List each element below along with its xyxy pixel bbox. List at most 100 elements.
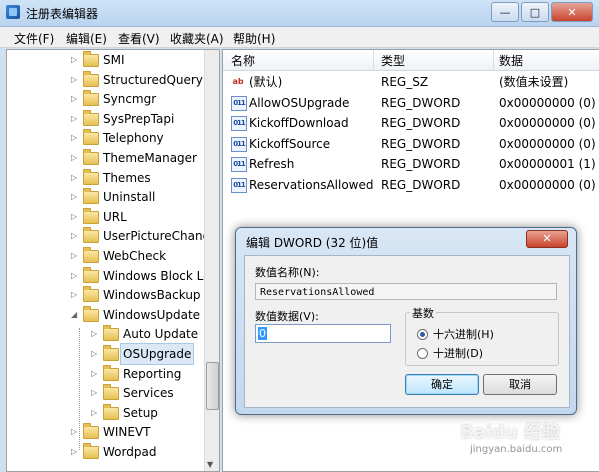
expand-arrow-icon[interactable]: ▷ — [71, 128, 81, 148]
expand-arrow-icon[interactable]: ▷ — [71, 50, 81, 70]
tree-item-label: SMI — [103, 53, 125, 67]
value-data: 0x00000000 (0) — [499, 178, 596, 192]
value-data: 0x00000000 (0) — [499, 95, 596, 110]
value-type: REG_SZ — [381, 75, 429, 89]
expand-arrow-icon[interactable]: ▷ — [71, 168, 81, 188]
column-name[interactable]: 名称 — [231, 52, 255, 69]
expand-arrow-icon[interactable]: ▷ — [91, 383, 101, 403]
close-button[interactable]: ✕ — [551, 2, 593, 22]
expand-arrow-open-icon[interactable]: ◢ — [71, 305, 81, 325]
menu-favorites[interactable]: 收藏夹(A) — [170, 30, 224, 47]
expand-arrow-icon[interactable]: ▷ — [91, 364, 101, 384]
folder-icon — [103, 384, 119, 401]
window-controls: — □ ✕ — [491, 2, 593, 22]
tree-item-label: UserPictureChang — [103, 229, 211, 244]
tree-item-label: Uninstall — [103, 190, 156, 205]
hex-radio-button[interactable] — [417, 328, 428, 340]
cancel-button[interactable]: 取消 — [483, 374, 557, 395]
folder-icon — [83, 423, 99, 440]
dialog-close-button[interactable]: ✕ — [526, 230, 568, 248]
list-item[interactable]: 011 AllowOSUpgrade REG_DWORD 0x00000000 (0) — [223, 93, 599, 113]
regedit-icon — [6, 5, 20, 19]
value-data-label: 数值数据(V): — [255, 310, 319, 323]
value-type: REG_DWORD — [381, 157, 461, 172]
column-divider[interactable] — [373, 50, 374, 70]
folder-icon — [83, 443, 99, 459]
tree-item-label: Setup — [123, 405, 158, 420]
expand-arrow-icon[interactable]: ▷ — [71, 148, 81, 168]
tree-item-label: Services — [123, 386, 174, 401]
hex-radio-option[interactable]: 十六进制(H) — [417, 326, 494, 342]
expand-arrow-icon[interactable]: ▷ — [71, 89, 81, 109]
edit-dword-dialog: 编辑 DWORD (32 位)值 ✕ 数值名称(N): Reservations… — [235, 227, 577, 415]
value-data-input[interactable]: 0 — [255, 324, 391, 343]
list-item[interactable]: 011 ReservationsAllowed REG_DWORD 0x0000000… — [223, 175, 599, 195]
expand-arrow-icon[interactable]: ▷ — [71, 226, 81, 246]
title-bar: 注册表编辑器 — □ ✕ — [0, 0, 599, 27]
folder-icon — [103, 345, 119, 361]
folder-icon — [83, 247, 99, 263]
value-data: 0x00000000 (0) — [499, 136, 596, 151]
menu-edit[interactable]: 编辑(E) — [66, 30, 107, 47]
list-item[interactable]: 011 KickoffDownload REG_DWORD 0x00000000 (0… — [223, 113, 599, 133]
tree-item-label: Windows Block Le — [103, 268, 211, 283]
folder-icon — [83, 286, 99, 303]
menu-bar: 文件(F) 编辑(E) 查看(V) 收藏夹(A) 帮助(H) — [0, 27, 599, 48]
expand-arrow-icon[interactable]: ▷ — [71, 207, 81, 227]
value-name: KickoffDownload — [249, 116, 349, 131]
value-type: REG_DWORD — [381, 95, 461, 110]
list-item[interactable]: ab (默认) REG_SZ (数值未设置) — [223, 72, 599, 92]
value-type: REG_DWORD — [381, 178, 461, 192]
folder-icon — [83, 188, 99, 205]
dialog-title: 编辑 DWORD (32 位)值 — [246, 236, 379, 250]
dec-radio-option[interactable]: 十进制(D) — [417, 345, 483, 361]
base-group-label: 基数 — [410, 305, 436, 321]
expand-arrow-icon[interactable]: ▷ — [91, 324, 101, 344]
value-name-label: 数值名称(N): — [255, 266, 320, 279]
folder-icon — [83, 70, 99, 87]
value-data: 0x00000000 (0) — [499, 116, 596, 131]
folder-icon — [103, 403, 119, 420]
scrollbar-thumb[interactable] — [206, 362, 219, 410]
string-value-icon: ab — [232, 77, 244, 86]
hex-radio-label: 十六进制(H) — [433, 328, 494, 341]
list-item[interactable]: 011 KickoffSource REG_DWORD 0x00000000 (0) — [223, 134, 599, 154]
tree-item-label: Wordpad — [103, 445, 157, 459]
expand-arrow-icon[interactable]: ▷ — [71, 109, 81, 129]
tree-item-label: WindowsBackup — [103, 288, 201, 303]
column-data[interactable]: 数据 — [499, 52, 523, 69]
folder-icon — [103, 364, 119, 381]
folder-icon — [83, 266, 99, 283]
menu-view[interactable]: 查看(V) — [118, 30, 160, 47]
expand-arrow-icon[interactable]: ▷ — [71, 422, 81, 442]
minimize-button[interactable]: — — [491, 2, 519, 22]
value-name-field: ReservationsAllowed — [255, 283, 557, 300]
menu-file[interactable]: 文件(F) — [14, 30, 54, 47]
scroll-down-arrow-icon[interactable]: ▼ — [207, 460, 213, 469]
folder-icon — [83, 129, 99, 146]
expand-arrow-icon[interactable]: ▷ — [71, 442, 81, 462]
dec-radio-button[interactable] — [417, 347, 428, 359]
tree-item-label: Syncmgr — [103, 92, 157, 107]
expand-arrow-icon[interactable]: ▷ — [71, 266, 81, 286]
dialog-body: 数值名称(N): ReservationsAllowed 数值数据(V): 0 … — [244, 255, 570, 408]
expand-arrow-icon[interactable]: ▷ — [71, 187, 81, 207]
expand-arrow-icon[interactable]: ▷ — [71, 70, 81, 90]
value-name: AllowOSUpgrade — [249, 95, 350, 110]
expand-arrow-icon[interactable]: ▷ — [71, 246, 81, 266]
value-name: ReservationsAllowed — [249, 178, 374, 192]
list-item[interactable]: 011 Refresh REG_DWORD 0x00000001 (1) — [223, 154, 599, 174]
expand-arrow-icon[interactable]: ▷ — [91, 344, 101, 364]
column-type[interactable]: 类型 — [381, 52, 405, 69]
tree-scrollbar[interactable]: ▼ — [204, 50, 219, 471]
column-divider[interactable] — [493, 50, 494, 70]
folder-icon — [103, 325, 119, 342]
expand-arrow-icon[interactable]: ▷ — [71, 285, 81, 305]
registry-tree[interactable]: ▷ SMI ▷ StructuredQuery ▷ Syncmgr ▷ SysPrepTapi… — [6, 49, 220, 472]
folder-icon — [83, 227, 99, 244]
maximize-button[interactable]: □ — [521, 2, 549, 22]
expand-arrow-icon[interactable]: ▷ — [91, 403, 101, 423]
window-title: 注册表编辑器 — [26, 7, 99, 21]
ok-button[interactable]: 确定 — [405, 374, 479, 395]
menu-help[interactable]: 帮助(H) — [233, 30, 275, 47]
